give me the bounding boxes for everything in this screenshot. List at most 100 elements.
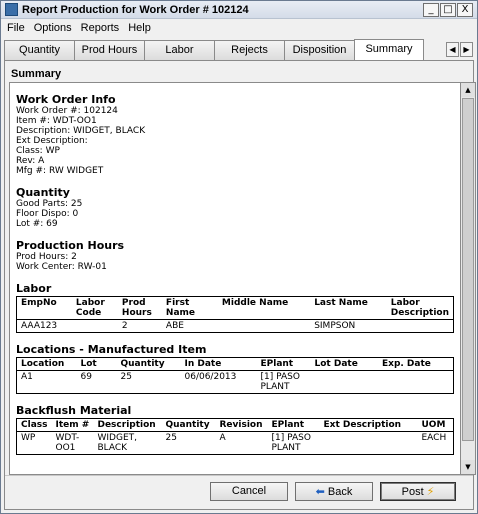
tab-strip: Quantity Prod Hours Labor Rejects Dispos…: [4, 39, 474, 60]
col-uom: UOM: [417, 418, 454, 432]
app-window: Report Production for Work Order # 10212…: [0, 0, 478, 514]
labor-heading: Labor: [16, 282, 52, 295]
scroll-up-icon[interactable]: ▲: [461, 83, 475, 97]
work-order-info-section: Work Order Info Work Order #: 102124 Ite…: [16, 93, 454, 176]
locations-table: Location Lot Quantity In Date EPlant Lot…: [16, 357, 454, 394]
menu-reports[interactable]: Reports: [81, 22, 120, 34]
locations-section: Locations - Manufactured Item Location L…: [16, 343, 454, 394]
cell-last-name: SIMPSON: [314, 321, 356, 331]
cell-description: WIDGET, BLACK: [97, 433, 137, 453]
post-button[interactable]: Post ⚡: [380, 482, 456, 501]
cancel-label: Cancel: [231, 485, 267, 497]
ext-description-line: Ext Description:: [16, 136, 88, 146]
post-label: Post: [401, 486, 424, 498]
back-label: Back: [327, 486, 353, 498]
col-eplant: EPlant: [256, 357, 311, 371]
cell-labor-description: [387, 320, 454, 333]
prod-hours-line: Prod Hours: 2: [16, 252, 77, 262]
tab-prod-hours[interactable]: Prod Hours: [74, 40, 145, 60]
cell-lot-date: [311, 371, 378, 394]
close-button[interactable]: X: [457, 2, 473, 17]
cell-empno: AAA123: [21, 321, 58, 331]
scrollbar-thumb[interactable]: [462, 98, 474, 441]
col-item: Item #: [51, 418, 94, 432]
summary-panel: Summary Work Order Info Work Order #: 10…: [4, 60, 476, 510]
col-first-name: First Name: [161, 296, 218, 320]
quantity-heading: Quantity: [16, 186, 70, 199]
cell-item: WDT-OO1: [55, 433, 80, 453]
button-bar: Cancel ⬅ Back Post ⚡: [5, 475, 473, 509]
table-row: A1 69 25 06/06/2013 [1] PASO PLANT: [17, 371, 454, 394]
title-bar: Report Production for Work Order # 10212…: [1, 1, 477, 19]
cell-eplant: [1] PASO PLANT: [271, 433, 311, 453]
cancel-button[interactable]: Cancel: [210, 482, 288, 501]
col-labor-description: Labor Description: [386, 296, 454, 320]
labor-table: EmpNo Labor Code Prod Hours First Name M…: [16, 296, 454, 333]
col-prod-hours: Prod Hours: [117, 296, 162, 320]
col-middle-name: Middle Name: [217, 296, 311, 320]
col-lot: Lot: [76, 357, 117, 371]
cell-location: A1: [21, 372, 33, 382]
col-exp-date: Exp. Date: [377, 357, 454, 371]
col-eplant: EPlant: [267, 418, 320, 432]
cell-ext-description: [319, 432, 417, 455]
lot-line: Lot #: 69: [16, 219, 58, 229]
tab-labor[interactable]: Labor: [144, 40, 215, 60]
labor-section: Labor EmpNo Labor Code Prod Hours First …: [16, 282, 454, 333]
tab-rejects[interactable]: Rejects: [214, 40, 285, 60]
panel-title: Summary: [11, 68, 62, 80]
col-revision: Revision: [215, 418, 268, 432]
item-line: Item #: WDT-OO1: [16, 116, 97, 126]
work-center-line: Work Center: RW-01: [16, 262, 107, 272]
vertical-scrollbar[interactable]: ▲ ▼: [461, 82, 476, 475]
window-title: Report Production for Work Order # 10212…: [22, 3, 249, 16]
maximize-button[interactable]: □: [440, 2, 456, 17]
floor-dispo-line: Floor Dispo: 0: [16, 209, 79, 219]
description-line: Description: WIDGET, BLACK: [16, 126, 146, 136]
backflush-section: Backflush Material Class Item # Descript…: [16, 404, 454, 455]
cell-quantity: 25: [165, 433, 177, 443]
col-last-name: Last Name: [310, 296, 387, 320]
cell-in-date: 06/06/2013: [184, 372, 237, 382]
menu-file[interactable]: File: [7, 22, 25, 34]
table-row: AAA123 2 ABE SIMPSON: [17, 320, 454, 333]
menu-help[interactable]: Help: [128, 22, 151, 34]
tab-scroll-buttons: ◀ ▶: [446, 42, 473, 57]
mfg-line: Mfg #: RW WIDGET: [16, 166, 104, 176]
rev-line: Rev: A: [16, 156, 45, 166]
summary-content: Work Order Info Work Order #: 102124 Ite…: [9, 82, 461, 475]
tab-scroll-right-icon[interactable]: ▶: [460, 42, 473, 57]
cell-uom: EACH: [421, 433, 447, 443]
tab-scroll-left-icon[interactable]: ◀: [446, 42, 459, 57]
scroll-down-icon[interactable]: ▼: [461, 460, 475, 474]
col-in-date: In Date: [180, 357, 257, 371]
production-hours-section: Production Hours Prod Hours: 2 Work Cent…: [16, 239, 454, 272]
menu-bar: File Options Reports Help: [1, 19, 477, 37]
cell-first-name: ABE: [165, 321, 184, 331]
col-empno: EmpNo: [16, 296, 72, 320]
table-row: WP WDT-OO1 WIDGET, BLACK 25 A [1] PASO P…: [17, 432, 454, 455]
tab-quantity[interactable]: Quantity: [4, 40, 75, 60]
table-header-row: Class Item # Description Quantity Revisi…: [16, 418, 454, 432]
col-ext-description: Ext Description: [319, 418, 418, 432]
cell-class: WP: [21, 433, 36, 443]
work-order-info-heading: Work Order Info: [16, 93, 116, 106]
tab-disposition[interactable]: Disposition: [284, 40, 355, 60]
table-header-row: EmpNo Labor Code Prod Hours First Name M…: [16, 296, 454, 320]
cell-middle-name: [218, 320, 310, 333]
col-lot-date: Lot Date: [310, 357, 378, 371]
minimize-button[interactable]: _: [423, 2, 439, 17]
col-class: Class: [16, 418, 52, 432]
col-quantity: Quantity: [116, 357, 181, 371]
lightning-bolt-icon: ⚡: [426, 485, 435, 498]
cell-quantity: 25: [120, 372, 132, 382]
good-parts-line: Good Parts: 25: [16, 199, 83, 209]
col-location: Location: [16, 357, 77, 371]
menu-options[interactable]: Options: [34, 22, 72, 34]
back-button[interactable]: ⬅ Back: [295, 482, 373, 501]
cell-prod-hours: 2: [121, 321, 128, 331]
backflush-table: Class Item # Description Quantity Revisi…: [16, 418, 454, 455]
locations-heading: Locations - Manufactured Item: [16, 343, 207, 356]
tab-summary[interactable]: Summary: [354, 39, 424, 60]
app-icon: [5, 3, 18, 16]
